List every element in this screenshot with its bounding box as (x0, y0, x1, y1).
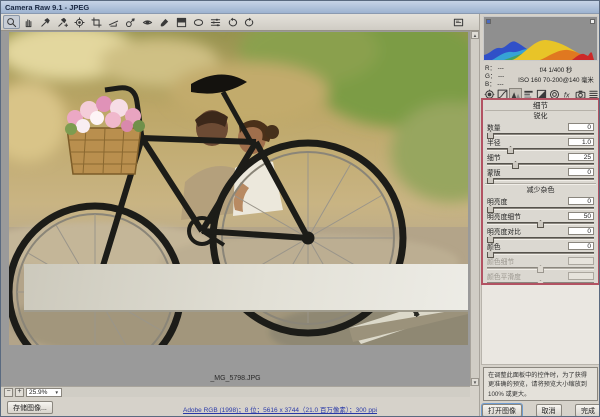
slider-label: 蒙版 (487, 167, 501, 177)
slider-value-input[interactable]: 50 (568, 212, 594, 220)
highlight-clipping-indicator[interactable] (590, 19, 595, 24)
fullscreen-toggle-icon[interactable] (450, 15, 467, 29)
section-label: 锐化 (485, 112, 596, 121)
slider-label: 半径 (487, 137, 501, 147)
section-divider (485, 183, 596, 185)
zoom-hint-note: 在调整此面板中的控件时，为了获得更准确的预览，请将预览大小缩放到 100% 或更… (483, 367, 598, 401)
bottom-bar: 存储图像... Adobe RGB (1998)；8 位；5616 x 3744… (1, 397, 479, 417)
zoom-out-button[interactable]: − (4, 388, 13, 397)
zoom-tool-icon[interactable] (3, 15, 20, 29)
crop-tool-icon[interactable] (88, 15, 105, 29)
chevron-down-icon: ▼ (55, 390, 59, 395)
window-title: Camera Raw 9.1 - JPEG (5, 3, 89, 12)
slider-value-input[interactable]: 0 (568, 197, 594, 205)
white-balance-tool-icon[interactable] (37, 15, 54, 29)
exif-lens: ISO 160 70-200@140 毫米 (512, 76, 600, 86)
slider-row: 明亮度对比 0 (485, 226, 596, 241)
titlebar[interactable]: Camera Raw 9.1 - JPEG (1, 1, 599, 14)
slider-row: 数量 0 (485, 122, 596, 137)
section-label: 减少杂色 (485, 186, 596, 195)
slider-value-input[interactable]: 0 (568, 168, 594, 176)
slider-row: 细节 25 (485, 152, 596, 167)
image-filename: _MG_5798.JPG (1, 375, 470, 382)
slider-label: 数量 (487, 122, 501, 132)
slider-row: 颜色 0 (485, 241, 596, 256)
scroll-up-icon[interactable]: ▲ (471, 31, 479, 39)
slider-row: 蒙版 0 (485, 167, 596, 182)
save-image-button[interactable]: 存储图像... (7, 401, 53, 414)
horizontal-scrollbar[interactable]: − + 25.9% ▼ (1, 386, 470, 397)
image-canvas: _MG_5798.JPG (1, 31, 470, 386)
slider-track[interactable] (487, 133, 594, 136)
targeted-adjustment-tool-icon[interactable] (71, 15, 88, 29)
adjustment-brush-tool-icon[interactable] (156, 15, 173, 29)
spot-removal-tool-icon[interactable] (122, 15, 139, 29)
zoom-level-value: 25.9% (29, 389, 47, 396)
preferences-button-icon[interactable] (207, 15, 224, 29)
exif-block: R： --- G： --- B： --- f/4 1/400 秒 ISO 160… (482, 63, 600, 87)
histogram (483, 16, 598, 61)
slider-label: 颜色 (487, 241, 501, 251)
slider-label: 细节 (487, 152, 501, 162)
watermark-bar (24, 264, 468, 312)
shadow-clipping-indicator[interactable] (486, 19, 491, 24)
photo-preview[interactable] (9, 32, 468, 345)
slider-sections: 锐化数量0半径1.0细节25蒙版0减少杂色明亮度0明亮度细节50明亮度对比0颜色… (485, 112, 596, 285)
zoom-level-select[interactable]: 25.9% ▼ (26, 388, 62, 397)
slider-row: 明亮度细节 50 (485, 211, 596, 226)
slider-thumb[interactable] (487, 176, 494, 184)
slider-value-input[interactable]: 0 (568, 242, 594, 250)
done-button[interactable]: 完成 (575, 404, 600, 417)
right-panel: R： --- G： --- B： --- f/4 1/400 秒 ISO 160… (479, 14, 600, 417)
slider-track[interactable] (487, 148, 594, 151)
rotate-left-button-icon[interactable] (224, 15, 241, 29)
rotate-right-button-icon[interactable] (241, 15, 258, 29)
red-eye-tool-icon[interactable] (139, 15, 156, 29)
slider-row: 颜色平滑度 (485, 271, 596, 285)
camera-raw-window: Camera Raw 9.1 - JPEG (0, 0, 600, 417)
slider-row: 明亮度 0 (485, 196, 596, 211)
slider-track[interactable] (487, 178, 594, 181)
toolbar-tools (3, 15, 258, 29)
cancel-button[interactable]: 取消 (536, 404, 562, 417)
slider-label: 明亮度对比 (487, 226, 521, 236)
zoom-in-button[interactable]: + (15, 388, 24, 397)
panel-empty-area (481, 285, 600, 365)
slider-label: 明亮度 (487, 196, 507, 206)
open-image-button[interactable]: 打开图像 (482, 404, 522, 417)
straighten-tool-icon[interactable] (105, 15, 122, 29)
slider-label: 颜色平滑度 (487, 271, 521, 281)
slider-row: 半径 1.0 (485, 137, 596, 152)
action-buttons: 打开图像 取消 完成 (482, 404, 600, 417)
vertical-scrollbar[interactable]: ▲ ▼ (470, 31, 479, 386)
slider-value-input[interactable]: 1.0 (568, 138, 594, 146)
detail-panel: 细节 锐化数量 0 半径 1.0 细节 25 蒙版 0 减少杂色明亮度 0 明亮度细节 50 明亮度对比… (481, 98, 600, 285)
slider-value-input (568, 272, 594, 280)
histogram-plot (484, 17, 597, 60)
slider-row: 颜色细节 (485, 256, 596, 271)
slider-value-input (568, 257, 594, 265)
workflow-options-link[interactable]: Adobe RGB (1998)；8 位；5616 x 3744（21.0 百万… (86, 404, 474, 414)
slider-label: 明亮度细节 (487, 211, 521, 221)
color-sampler-tool-icon[interactable] (54, 15, 71, 29)
rgb-readout: R： --- G： --- B： --- (482, 63, 512, 87)
graduated-filter-tool-icon[interactable] (173, 15, 190, 29)
panel-title: 细节 (485, 101, 596, 111)
radial-filter-tool-icon[interactable] (190, 15, 207, 29)
slider-track[interactable] (487, 237, 594, 240)
toolbar (1, 14, 479, 31)
scroll-down-icon[interactable]: ▼ (471, 378, 479, 386)
slider-value-input[interactable]: 0 (568, 123, 594, 131)
slider-label: 颜色细节 (487, 256, 514, 266)
slider-value-input[interactable]: 0 (568, 227, 594, 235)
exif-exposure: f/4 1/400 秒 (512, 66, 600, 76)
hand-tool-icon[interactable] (20, 15, 37, 29)
slider-track[interactable] (487, 163, 594, 166)
slider-value-input[interactable]: 25 (568, 153, 594, 161)
